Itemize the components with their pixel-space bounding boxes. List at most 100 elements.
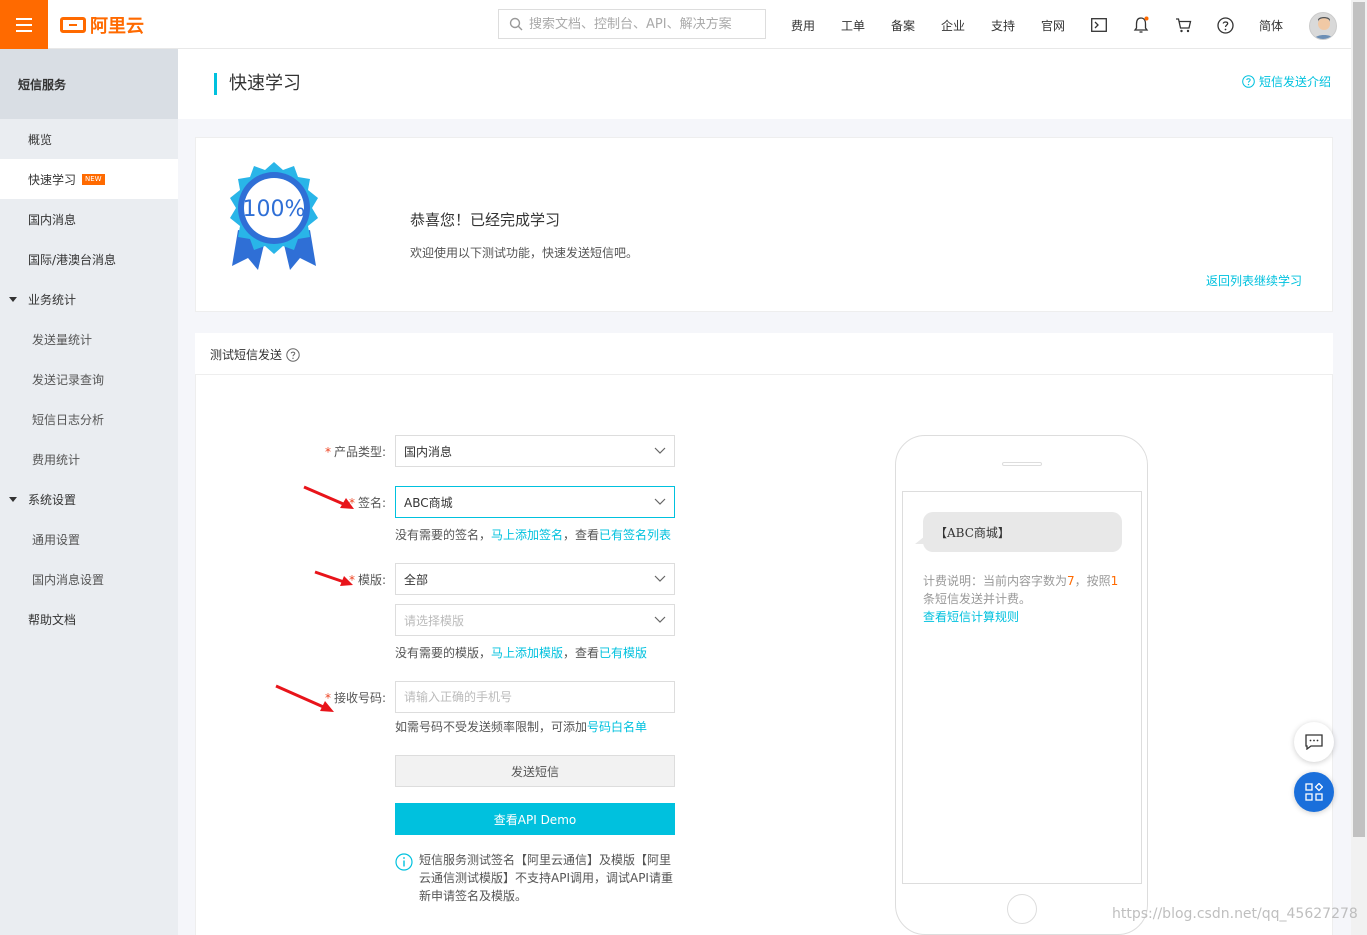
sidebar-item-fee-stats[interactable]: 费用统计 bbox=[0, 439, 178, 479]
bell-icon[interactable] bbox=[1132, 16, 1150, 34]
chevron-down-icon bbox=[654, 575, 666, 582]
scrollbar-thumb[interactable] bbox=[1353, 2, 1365, 837]
nav-support[interactable]: 支持 bbox=[991, 17, 1015, 34]
language-switch[interactable]: 简体 bbox=[1259, 17, 1283, 34]
caret-down-icon bbox=[9, 496, 17, 502]
section-header: 测试短信发送 bbox=[195, 333, 1333, 375]
search-input[interactable] bbox=[529, 16, 754, 32]
sidebar-item-stats[interactable]: 业务统计 bbox=[0, 279, 178, 319]
sidebar-item-log-analysis[interactable]: 短信日志分析 bbox=[0, 399, 178, 439]
product-type-label: * 产品类型: bbox=[324, 445, 386, 459]
billing-rules-link[interactable]: 查看短信计算规则 bbox=[923, 608, 1019, 625]
search-box[interactable] bbox=[498, 9, 766, 39]
template-category-value: 全部 bbox=[404, 572, 429, 587]
sidebar-item-label: 发送记录查询 bbox=[32, 372, 105, 387]
sidebar-item-label: 发送量统计 bbox=[32, 332, 93, 347]
chevron-down-icon bbox=[654, 616, 666, 623]
sidebar-item-label: 系统设置 bbox=[28, 492, 77, 507]
sidebar-item-label: 快速学习 bbox=[28, 172, 77, 187]
sidebar-item-label: 帮助文档 bbox=[28, 612, 77, 627]
send-sms-button[interactable]: 发送短信 bbox=[395, 755, 675, 787]
sidebar-item-label: 概览 bbox=[28, 132, 53, 147]
chat-icon[interactable] bbox=[1294, 722, 1334, 762]
sidebar-item-general-settings[interactable]: 通用设置 bbox=[0, 519, 178, 559]
add-template-link[interactable]: 马上添加模版 bbox=[491, 646, 563, 660]
sidebar-item-quick-learn[interactable]: 快速学习 NEW bbox=[0, 159, 178, 199]
sidebar-item-label: 通用设置 bbox=[32, 532, 81, 547]
help-link[interactable]: 短信发送介绍 bbox=[1242, 73, 1331, 90]
back-to-list-link[interactable]: 返回列表继续学习 bbox=[1206, 272, 1302, 289]
sidebar-item-domestic-settings[interactable]: 国内消息设置 bbox=[0, 559, 178, 599]
nav-enterprise[interactable]: 企业 bbox=[941, 17, 965, 34]
watermark: https://blog.csdn.net/qq_45627278 bbox=[1112, 906, 1358, 922]
sidebar-item-international[interactable]: 国际/港澳台消息 bbox=[0, 239, 178, 279]
sidebar-item-label: 国际/港澳台消息 bbox=[28, 252, 117, 267]
section-title: 测试短信发送 bbox=[210, 346, 300, 363]
caret-down-icon bbox=[9, 296, 17, 302]
signature-value: ABC商城 bbox=[404, 495, 453, 510]
sidebar-item-label: 国内消息设置 bbox=[32, 572, 105, 587]
info-icon bbox=[395, 853, 413, 871]
signature-select[interactable]: ABC商城 bbox=[395, 486, 675, 518]
page-header: 快速学习 短信发送介绍 bbox=[178, 49, 1351, 119]
search-icon bbox=[509, 17, 523, 31]
signature-hint: 没有需要的签名，马上添加签名，查看已有签名列表 bbox=[395, 528, 672, 542]
phone-hint: 如需号码不受发送频率限制，可添加号码白名单 bbox=[395, 720, 648, 734]
nav-ticket[interactable]: 工单 bbox=[841, 17, 865, 34]
congrats-title: 恭喜您！已经完成学习 bbox=[410, 211, 561, 229]
phone-screen: 【ABC商城】 计费说明：当前内容字数为7，按照1条短信发送并计费。 查看短信计… bbox=[902, 491, 1142, 884]
template-list-link[interactable]: 已有模版 bbox=[599, 646, 647, 660]
phone-number-input[interactable] bbox=[395, 681, 675, 713]
sidebar-item-send-records[interactable]: 发送记录查询 bbox=[0, 359, 178, 399]
template-category-select[interactable]: 全部 bbox=[395, 563, 675, 595]
user-avatar[interactable] bbox=[1309, 12, 1337, 40]
help-icon[interactable] bbox=[1216, 16, 1234, 34]
aliyun-logo[interactable]: 阿里云 bbox=[60, 12, 144, 38]
sidebar-item-domestic[interactable]: 国内消息 bbox=[0, 199, 178, 239]
apps-grid-icon[interactable] bbox=[1294, 772, 1334, 812]
add-signature-link[interactable]: 马上添加签名 bbox=[491, 528, 563, 542]
terminal-icon[interactable] bbox=[1090, 16, 1108, 34]
nav-official-site[interactable]: 官网 bbox=[1041, 17, 1065, 34]
nav-icp[interactable]: 备案 bbox=[891, 17, 915, 34]
template-hint: 没有需要的模版，马上添加模版，查看已有模版 bbox=[395, 646, 648, 660]
page-title: 快速学习 bbox=[214, 73, 301, 95]
new-badge: NEW bbox=[82, 173, 105, 185]
sidebar-item-label: 短信日志分析 bbox=[32, 412, 105, 427]
phone-number-label: * 接收号码: bbox=[324, 691, 386, 705]
section-title-label: 测试短信发送 bbox=[210, 348, 283, 362]
cart-icon[interactable] bbox=[1174, 16, 1192, 34]
sidebar-item-settings[interactable]: 系统设置 bbox=[0, 479, 178, 519]
template-select[interactable]: 请选择模版 bbox=[395, 604, 675, 636]
template-placeholder: 请选择模版 bbox=[404, 613, 465, 628]
question-circle-icon[interactable] bbox=[286, 347, 300, 362]
sidebar-item-label: 国内消息 bbox=[28, 212, 77, 227]
sms-preview-bubble: 【ABC商城】 bbox=[923, 512, 1122, 552]
sidebar-item-help-docs[interactable]: 帮助文档 bbox=[0, 599, 178, 639]
sidebar: 短信服务 概览 快速学习 NEW 国内消息 国际/港澳台消息 业务统计 发送量统计… bbox=[0, 49, 178, 935]
sidebar-title: 短信服务 bbox=[0, 49, 178, 119]
template-label: * 模版: bbox=[348, 573, 386, 587]
sidebar-item-overview[interactable]: 概览 bbox=[0, 119, 178, 159]
hamburger-menu-icon[interactable] bbox=[0, 0, 48, 49]
whitelist-link[interactable]: 号码白名单 bbox=[587, 720, 647, 734]
page-scrollbar[interactable] bbox=[1351, 0, 1367, 935]
chevron-down-icon bbox=[654, 447, 666, 454]
signature-list-link[interactable]: 已有签名列表 bbox=[599, 528, 671, 542]
test-send-card bbox=[195, 333, 1333, 935]
chevron-down-icon bbox=[654, 498, 666, 505]
test-notice: 短信服务测试签名【阿里云通信】及模版【阿里云通信测试模版】不支持API调用，调试… bbox=[395, 851, 680, 905]
api-demo-button[interactable]: 查看API Demo bbox=[395, 803, 675, 835]
signature-label: * 签名: bbox=[348, 496, 386, 510]
nav-fee[interactable]: 费用 bbox=[791, 17, 815, 34]
completion-badge-icon: 100% bbox=[230, 162, 318, 270]
sidebar-item-send-volume[interactable]: 发送量统计 bbox=[0, 319, 178, 359]
phone-speaker bbox=[1002, 462, 1042, 466]
product-type-value: 国内消息 bbox=[404, 444, 453, 459]
sidebar-item-label: 费用统计 bbox=[32, 452, 81, 467]
product-type-select[interactable]: 国内消息 bbox=[395, 435, 675, 467]
congrats-card bbox=[195, 137, 1333, 312]
question-circle-icon bbox=[1242, 75, 1255, 88]
billing-note: 计费说明：当前内容字数为7，按照1条短信发送并计费。 bbox=[923, 574, 1119, 606]
phone-home-button bbox=[1007, 894, 1037, 924]
